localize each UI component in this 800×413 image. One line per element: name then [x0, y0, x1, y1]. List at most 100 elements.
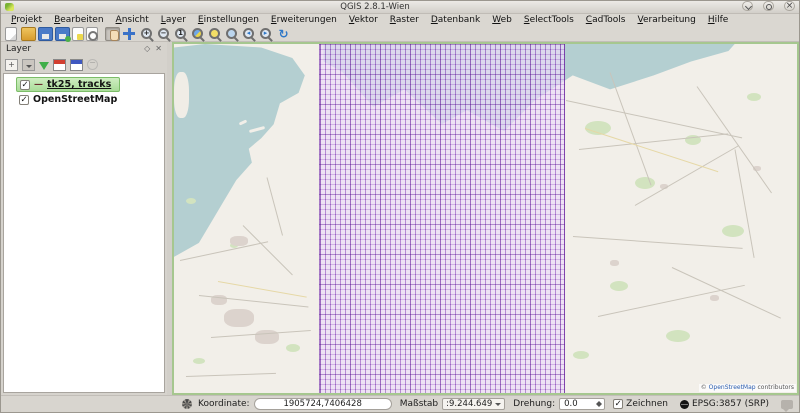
menu-web[interactable]: Web	[486, 15, 518, 25]
layers-panel-toolbar	[1, 56, 167, 73]
panel-close-icon[interactable]: ✕	[155, 44, 162, 54]
zoom-to-layer-icon[interactable]	[225, 27, 240, 41]
rotation-spinner[interactable]: 0.0	[559, 398, 605, 410]
spin-down-icon[interactable]	[596, 404, 602, 407]
crs-globe-icon[interactable]	[680, 400, 689, 409]
composer-manager-icon[interactable]	[86, 27, 98, 41]
scale-label: Maßstab	[400, 399, 438, 409]
map-road	[635, 145, 739, 206]
zoom-full-icon[interactable]	[191, 27, 206, 41]
attribution-prefix: ©	[701, 384, 709, 391]
menu-datenbank[interactable]: Datenbank	[425, 15, 486, 25]
map-forest	[286, 344, 300, 352]
menu-hilfe[interactable]: Hilfe	[702, 15, 735, 25]
layers-panel-header: Layer ◇ ✕	[1, 42, 167, 56]
remove-layer-icon[interactable]	[87, 59, 98, 70]
current-edits-icon[interactable]	[182, 399, 192, 409]
qgis-window: QGIS 2.8.1-Wien ProjektBearbeitenAnsicht…	[0, 0, 800, 413]
map-urban-area	[224, 309, 254, 327]
tk25-grid-overlay	[319, 44, 565, 393]
close-button[interactable]	[784, 1, 795, 11]
panel-float-icon[interactable]: ◇	[144, 44, 150, 54]
zoom-last-icon[interactable]	[242, 27, 257, 41]
pan-map-icon[interactable]	[105, 27, 120, 41]
menu-erweiterungen[interactable]: Erweiterungen	[265, 15, 343, 25]
main-area: Layer ◇ ✕ ✓—tk25, tracks✓OpenStreetMap	[1, 42, 799, 395]
layer-row[interactable]: ✓ OpenStreetMap	[16, 92, 125, 107]
expand-all-icon[interactable]	[53, 59, 66, 71]
layer-label[interactable]: OpenStreetMap	[33, 94, 117, 105]
status-bar: Koordinate: Maßstab :9.244.649 Drehung: …	[1, 395, 799, 412]
menu-cadtools[interactable]: CadTools	[580, 15, 632, 25]
zoom-to-selection-icon[interactable]	[208, 27, 223, 41]
map-attribution: © OpenStreetMap contributors	[699, 384, 796, 392]
layer-row[interactable]: ✓—tk25, tracks	[16, 77, 120, 92]
menu-ansicht[interactable]: Ansicht	[110, 15, 155, 25]
refresh-icon[interactable]	[276, 27, 291, 41]
layer-checkbox[interactable]: ✓	[20, 80, 30, 90]
map-urban-area	[230, 236, 248, 246]
save-project-icon[interactable]	[38, 27, 53, 41]
minimize-button[interactable]	[742, 1, 753, 11]
render-label: Zeichnen	[626, 399, 668, 409]
menu-layer[interactable]: Layer	[155, 15, 192, 25]
map-island	[277, 143, 288, 150]
map-urban-area	[710, 295, 719, 301]
chevron-down-icon	[495, 403, 501, 406]
map-forest	[722, 225, 744, 237]
map-road	[267, 177, 283, 235]
map-road	[672, 267, 781, 319]
rotation-label: Drehung:	[513, 399, 555, 409]
open-project-icon[interactable]	[21, 27, 36, 41]
rotation-value: 0.0	[564, 399, 578, 409]
qgis-logo-icon	[5, 3, 14, 11]
messages-bubble-icon[interactable]	[781, 400, 793, 409]
new-project-icon[interactable]	[5, 27, 17, 41]
filter-legend-icon[interactable]	[39, 62, 49, 70]
collapse-all-icon[interactable]	[70, 59, 83, 71]
map-road	[242, 226, 292, 276]
layer-checkbox[interactable]: ✓	[19, 95, 29, 105]
map-road	[697, 86, 772, 193]
add-group-icon[interactable]	[5, 59, 18, 71]
map-road	[585, 128, 718, 172]
layer-label[interactable]: tk25, tracks	[47, 79, 111, 90]
map-forest	[193, 358, 205, 364]
menu-projekt[interactable]: Projekt	[5, 15, 48, 25]
scale-value: :9.244.649	[446, 399, 492, 409]
map-road	[579, 133, 728, 150]
menu-raster[interactable]: Raster	[384, 15, 425, 25]
menu-selecttools[interactable]: SelectTools	[518, 15, 580, 25]
map-island	[264, 135, 277, 140]
new-print-composer-icon[interactable]	[72, 27, 84, 41]
menu-bar: ProjektBearbeitenAnsichtLayerEinstellung…	[1, 14, 799, 26]
maximize-button[interactable]	[763, 1, 774, 11]
scale-combobox[interactable]: :9.244.649	[442, 398, 505, 410]
manage-visibility-icon[interactable]	[22, 59, 35, 71]
crs-status[interactable]: EPSG:3857 (SRP)	[692, 399, 769, 409]
zoom-next-icon[interactable]	[259, 27, 274, 41]
zoom-out-icon[interactable]	[157, 27, 172, 41]
layers-panel-title: Layer	[6, 44, 31, 54]
layer-list: ✓—tk25, tracks✓OpenStreetMap	[3, 73, 165, 393]
map-canvas[interactable]: © OpenStreetMap contributors	[172, 42, 799, 395]
map-forest	[186, 198, 196, 204]
menu-vektor[interactable]: Vektor	[343, 15, 384, 25]
coordinate-input[interactable]	[254, 398, 392, 410]
map-forest	[635, 177, 655, 189]
coordinate-label: Koordinate:	[198, 399, 250, 409]
map-road	[573, 236, 743, 249]
map-coast-landmass	[174, 72, 189, 118]
attribution-suffix: contributors	[756, 384, 794, 391]
render-checkbox[interactable]: ✓	[613, 399, 623, 409]
zoom-in-icon[interactable]	[140, 27, 155, 41]
zoom-native-icon[interactable]	[174, 27, 189, 41]
menu-verarbeitung[interactable]: Verarbeitung	[632, 15, 702, 25]
save-project-as-icon[interactable]	[55, 27, 70, 41]
menu-bearbeiten[interactable]: Bearbeiten	[48, 15, 109, 25]
pan-to-selection-icon[interactable]	[122, 27, 137, 41]
attribution-link[interactable]: OpenStreetMap	[709, 384, 756, 391]
map-forest	[610, 281, 628, 291]
menu-einstellungen[interactable]: Einstellungen	[192, 15, 265, 25]
title-bar[interactable]: QGIS 2.8.1-Wien	[1, 1, 799, 14]
